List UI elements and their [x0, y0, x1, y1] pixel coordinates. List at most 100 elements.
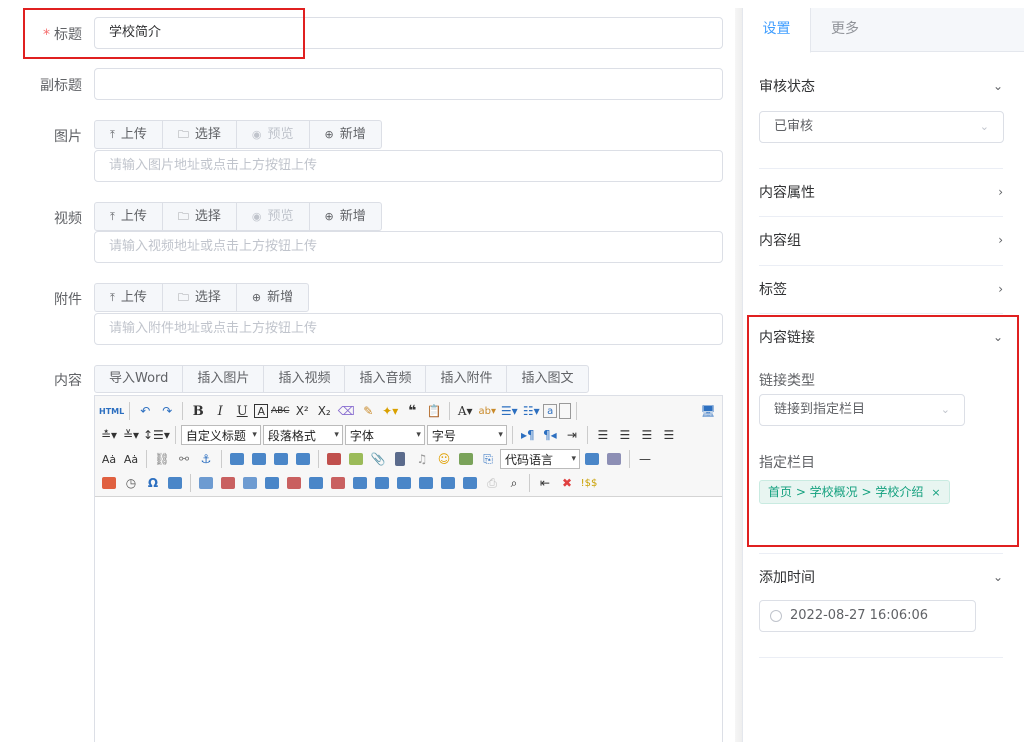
undo-icon[interactable]: ↶ — [135, 401, 155, 421]
review-status-header[interactable]: 审核状态 ⌄ — [759, 62, 1003, 110]
split-cells-icon[interactable] — [416, 473, 436, 493]
ltr-icon[interactable]: ▸¶ — [518, 425, 538, 445]
attachment-url-input[interactable]: 请输入附件地址或点击上方按钮上传 — [94, 313, 723, 345]
video-preview-button[interactable]: ◉ 预览 — [237, 203, 310, 230]
video-add-button[interactable]: ⊕ 新增 — [310, 203, 381, 230]
video-select-button[interactable]: 🗀 选择 — [163, 203, 237, 230]
insert-attachment-button[interactable]: 插入附件 — [426, 366, 508, 392]
font-border-icon[interactable]: A — [254, 404, 269, 418]
insert-table-icon[interactable] — [196, 473, 216, 493]
auto-format-icon[interactable]: ✦▾ — [380, 401, 400, 421]
preview-monitor-icon[interactable]: 🖥 — [698, 401, 718, 421]
paste-text-icon[interactable]: 📋 — [424, 401, 444, 421]
merge-right-icon[interactable] — [372, 473, 392, 493]
format-brush-icon[interactable]: ✎ — [358, 401, 378, 421]
anchor-icon[interactable]: ⚓ — [196, 449, 216, 469]
title-input[interactable]: 学校简介 — [94, 17, 723, 49]
insert-row-icon[interactable] — [262, 473, 282, 493]
add-time-header[interactable]: 添加时间 ⌄ — [759, 553, 1003, 601]
ordered-list-icon[interactable]: ☰▾ — [499, 401, 519, 421]
indent-icon[interactable]: ⇥ — [562, 425, 582, 445]
clear-doc-icon[interactable] — [559, 403, 572, 419]
tab-settings[interactable]: 设置 — [743, 8, 811, 53]
align-justify-icon[interactable]: ☰ — [659, 425, 679, 445]
case-upper-icon[interactable]: Aȧ — [99, 449, 119, 469]
drafts-icon[interactable]: ✖ — [557, 473, 577, 493]
image-url-input[interactable]: 请输入图片地址或点击上方按钮上传 — [94, 150, 723, 182]
unlink-icon[interactable]: ⚯ — [174, 449, 194, 469]
link-type-select[interactable]: 链接到指定栏目 ⌄ — [759, 394, 965, 426]
time-icon[interactable]: ◷ — [121, 473, 141, 493]
merge-down-icon[interactable] — [394, 473, 414, 493]
row-spacing-bottom-icon[interactable]: ≚▾ — [121, 425, 141, 445]
insert-col-icon[interactable] — [306, 473, 326, 493]
music-icon[interactable]: ♫ — [412, 449, 432, 469]
tags-header[interactable]: 标签 › — [759, 265, 1003, 313]
image-upload-button[interactable]: ⤒ 上传 — [95, 121, 163, 148]
subtitle-input[interactable] — [94, 68, 723, 100]
attachment-add-button[interactable]: ⊕ 新增 — [237, 284, 308, 311]
attachment-clip-icon[interactable]: 📎 — [368, 449, 388, 469]
attachment-upload-button[interactable]: ⤒ 上传 — [95, 284, 163, 311]
content-group-header[interactable]: 内容组 › — [759, 216, 1003, 264]
editor-content-area[interactable] — [95, 497, 722, 742]
underline-icon[interactable]: U — [232, 401, 252, 421]
unordered-list-icon[interactable]: ☷▾ — [521, 401, 541, 421]
word-image-icon[interactable] — [165, 473, 185, 493]
case-lower-icon[interactable]: Aȧ — [121, 449, 141, 469]
special-char-icon[interactable]: Ω — [143, 473, 163, 493]
heading-select[interactable]: 自定义标题 — [180, 425, 261, 445]
close-icon[interactable]: × — [931, 486, 940, 499]
image-float-right-icon[interactable] — [271, 449, 291, 469]
italic-icon[interactable]: I — [210, 401, 230, 421]
delete-col-icon[interactable] — [328, 473, 348, 493]
font-size-select[interactable]: 字号 — [426, 425, 507, 445]
html-source-icon[interactable]: HTML — [99, 401, 124, 421]
video-upload-button[interactable]: ⤒ 上传 — [95, 203, 163, 230]
search-replace-icon[interactable]: ⌕ — [504, 473, 524, 493]
select-all-icon[interactable]: a — [543, 404, 558, 418]
split-cols-icon[interactable] — [460, 473, 480, 493]
add-time-picker[interactable]: 2022-08-27 16:06:06 — [759, 600, 976, 632]
insert-video-button[interactable]: 插入视频 — [264, 366, 346, 392]
image-preview-button[interactable]: ◉ 预览 — [237, 121, 310, 148]
template-icon[interactable] — [582, 449, 602, 469]
image-select-button[interactable]: 🗀 选择 — [163, 121, 237, 148]
delete-row-icon[interactable] — [284, 473, 304, 493]
background-icon[interactable] — [604, 449, 624, 469]
pagebreak-icon[interactable]: ⇤ — [535, 473, 555, 493]
import-word-button[interactable]: 导入Word — [95, 366, 184, 392]
align-center-icon[interactable]: ☰ — [615, 425, 635, 445]
multi-image-icon[interactable] — [346, 449, 366, 469]
link-icon[interactable]: ⛓ — [152, 449, 172, 469]
video-url-input[interactable]: 请输入视频地址或点击上方按钮上传 — [94, 231, 723, 263]
eraser-icon[interactable]: ⌫ — [336, 401, 356, 421]
image-float-none-icon[interactable] — [227, 449, 247, 469]
insert-image-icon[interactable] — [324, 449, 344, 469]
image-center-icon[interactable] — [293, 449, 313, 469]
insert-paragraph-before-table-icon[interactable] — [240, 473, 260, 493]
font-family-select[interactable]: 字体 — [344, 425, 425, 445]
print-icon[interactable]: ⎙ — [482, 473, 502, 493]
code-icon[interactable]: ⎘ — [478, 449, 498, 469]
content-attributes-header[interactable]: 内容属性 › — [759, 168, 1003, 216]
align-right-icon[interactable]: ☰ — [637, 425, 657, 445]
line-height-icon[interactable]: ↕☰▾ — [143, 425, 170, 445]
superscript-icon[interactable]: X² — [292, 401, 312, 421]
rtl-icon[interactable]: ¶◂ — [540, 425, 560, 445]
content-link-header[interactable]: 内容链接 ⌄ — [759, 313, 1003, 361]
align-left-icon[interactable]: ☰ — [593, 425, 613, 445]
map-icon[interactable] — [456, 449, 476, 469]
blockquote-icon[interactable]: ❝ — [402, 401, 422, 421]
subscript-icon[interactable]: X₂ — [314, 401, 334, 421]
insert-article-button[interactable]: 插入图文 — [507, 366, 587, 392]
emotion-icon[interactable]: ☺ — [434, 449, 454, 469]
tab-more[interactable]: 更多 — [811, 8, 879, 52]
bold-icon[interactable]: B — [188, 401, 208, 421]
date-icon[interactable] — [99, 473, 119, 493]
redo-icon[interactable]: ↷ — [157, 401, 177, 421]
code-language-select[interactable]: 代码语言 — [500, 449, 580, 469]
video-icon[interactable] — [390, 449, 410, 469]
font-color-icon[interactable]: A▾ — [455, 401, 475, 421]
image-float-left-icon[interactable] — [249, 449, 269, 469]
